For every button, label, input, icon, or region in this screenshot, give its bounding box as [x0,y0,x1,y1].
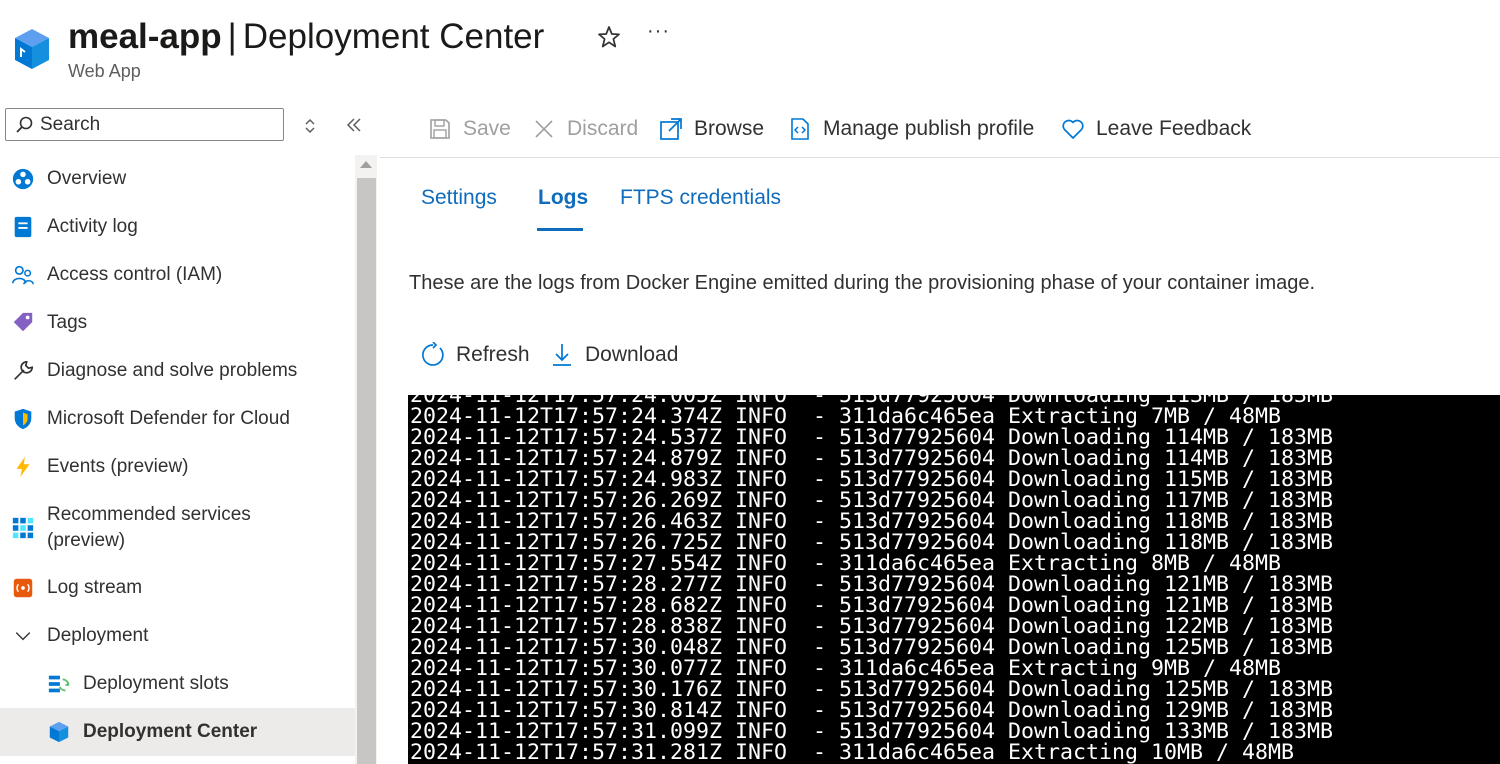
log-line: 2024-11-12T17:57:24.374Z INFO - 311da6c4… [410,404,1282,429]
command-bar: Save Discard Browse Manage publish profi… [380,106,1500,151]
sidebar-item-overview[interactable]: Overview [0,155,355,203]
log-line: 2024-11-12T17:57:24.879Z INFO - 513d7792… [410,446,1334,471]
sidebar-item-label: Events (preview) [47,456,189,477]
sidebar-item-iam[interactable]: Access control (IAM) [0,251,355,299]
log-line: 2024-11-12T17:57:27.554Z INFO - 311da6c4… [410,551,1282,576]
refresh-icon [422,342,444,366]
tag-icon [10,310,36,336]
grid-icon [10,515,36,541]
log-line: 2024-11-12T17:57:31.099Z INFO - 513d7792… [410,719,1334,744]
save-label: Save [463,116,511,140]
scroll-up-arrow-icon[interactable] [360,161,372,168]
sidebar-item-tags[interactable]: Tags [0,299,355,347]
refresh-button[interactable]: Refresh [420,339,530,371]
title-separator: | [227,17,237,56]
sidebar-item-diagnose[interactable]: Diagnose and solve problems [0,347,355,395]
app-service-icon [13,27,51,71]
search-icon [16,116,33,133]
collapse-sidebar-icon[interactable] [344,115,364,135]
log-line: 2024-11-12T17:57:30.077Z INFO - 311da6c4… [410,656,1282,681]
log-line: 2024-11-12T17:57:31.281Z INFO - 311da6c4… [410,740,1295,764]
log-console[interactable]: 2024-11-12T17:57:24.005Z INFO - 513d7792… [408,395,1500,764]
sidebar-item-label: Tags [47,312,88,333]
sidebar-item-events[interactable]: Events (preview) [0,443,355,491]
sidebar-scroll-thumb[interactable] [357,178,376,764]
sidebar-item-log-stream[interactable]: Log stream [0,564,355,612]
sidebar-item-label: Diagnose and solve problems [47,360,298,381]
sidebar-item-label: Overview [47,168,127,189]
browse-button[interactable]: Browse [659,106,764,151]
log-stream-icon [10,575,36,601]
sort-updown-icon[interactable] [301,116,319,136]
publish-profile-icon [791,117,809,140]
star-icon[interactable] [596,24,622,50]
deployment-slots-icon [46,671,72,697]
sidebar-item-label: Log stream [47,577,143,598]
sidebar-item-label: Recommended services (preview) [47,503,251,551]
sidebar-item-activity-log[interactable]: Activity log [0,203,355,251]
search-input[interactable] [40,112,278,137]
download-icon [553,344,571,366]
overview-icon [10,166,36,192]
sidebar-item-label: Access control (IAM) [47,264,223,285]
log-line: 2024-11-12T17:57:28.682Z INFO - 513d7792… [410,593,1334,618]
sidebar-item-label: Activity log [47,216,138,237]
log-line: 2024-11-12T17:57:30.814Z INFO - 513d7792… [410,698,1334,723]
log-line: 2024-11-12T17:57:30.048Z INFO - 513d7792… [410,635,1334,660]
tab-logs[interactable]: Logs [538,186,588,210]
tab-ftps-credentials[interactable]: FTPS credentials [620,186,781,210]
ellipsis-icon[interactable]: ··· [647,20,670,43]
sidebar-item-defender[interactable]: Microsoft Defender for Cloud [0,395,355,443]
resource-type: Web App [68,61,141,81]
save-button[interactable]: Save [428,106,511,151]
download-button[interactable]: Download [549,339,678,371]
lightning-icon [10,454,36,480]
sidebar-item-label: Microsoft Defender for Cloud [47,408,290,429]
discard-label: Discard [567,116,639,140]
leave-feedback-button[interactable]: Leave Feedback [1061,106,1251,151]
log-lines: 2024-11-12T17:57:24.005Z INFO - 513d7792… [410,395,1333,763]
log-line: 2024-11-12T17:57:28.277Z INFO - 513d7792… [410,572,1334,597]
download-label: Download [585,343,679,366]
leave-feedback-label: Leave Feedback [1096,116,1252,140]
browse-label: Browse [694,116,765,140]
manage-publish-profile-label: Manage publish profile [823,116,1035,140]
sidebar-item-label: Deployment Center [83,721,258,742]
log-line: 2024-11-12T17:57:26.463Z INFO - 513d7792… [410,509,1334,534]
save-icon [430,118,450,139]
sidebar-item-deployment-center[interactable]: Deployment Center [0,708,355,756]
tab-settings[interactable]: Settings [421,186,497,210]
open-external-icon [660,117,682,140]
active-tab-indicator [537,228,583,231]
sidebar-item-recommended-services[interactable]: Recommended services (preview) [0,491,355,564]
toolbar-divider [380,157,1500,158]
sidebar-nav: Overview Activity log Access control (IA… [0,155,355,756]
log-line: 2024-11-12T17:57:26.725Z INFO - 513d7792… [410,530,1334,555]
log-line: 2024-11-12T17:57:24.983Z INFO - 513d7792… [410,467,1334,492]
logs-description: These are the logs from Docker Engine em… [409,272,1316,294]
log-line: 2024-11-12T17:57:24.537Z INFO - 513d7792… [410,425,1334,450]
heart-icon [1062,119,1084,139]
log-line: 2024-11-12T17:57:26.269Z INFO - 513d7792… [410,488,1334,513]
log-line: 2024-11-12T17:57:30.176Z INFO - 513d7792… [410,677,1334,702]
activity-log-icon [10,214,36,240]
page-title: meal-app | Deployment Center [68,14,544,60]
sidebar-item-deployment-slots[interactable]: Deployment slots [0,660,355,708]
resource-name: meal-app [68,17,222,56]
manage-publish-profile-button[interactable]: Manage publish profile [788,106,1034,151]
chevron-down-icon [10,623,36,649]
sidebar-item-label: Deployment slots [83,673,229,694]
defender-shield-icon [10,406,36,432]
iam-icon [10,262,36,288]
sidebar-item-label: Deployment [47,625,149,646]
log-line: 2024-11-12T17:57:28.838Z INFO - 513d7792… [410,614,1334,639]
close-icon [535,119,553,138]
deployment-center-icon [46,719,72,745]
search-input-container[interactable] [5,108,284,141]
wrench-icon [10,358,36,384]
page-name: Deployment Center [242,17,545,56]
sidebar-group-deployment[interactable]: Deployment [0,612,355,660]
discard-button[interactable]: Discard [532,106,638,151]
refresh-label: Refresh [456,343,530,366]
